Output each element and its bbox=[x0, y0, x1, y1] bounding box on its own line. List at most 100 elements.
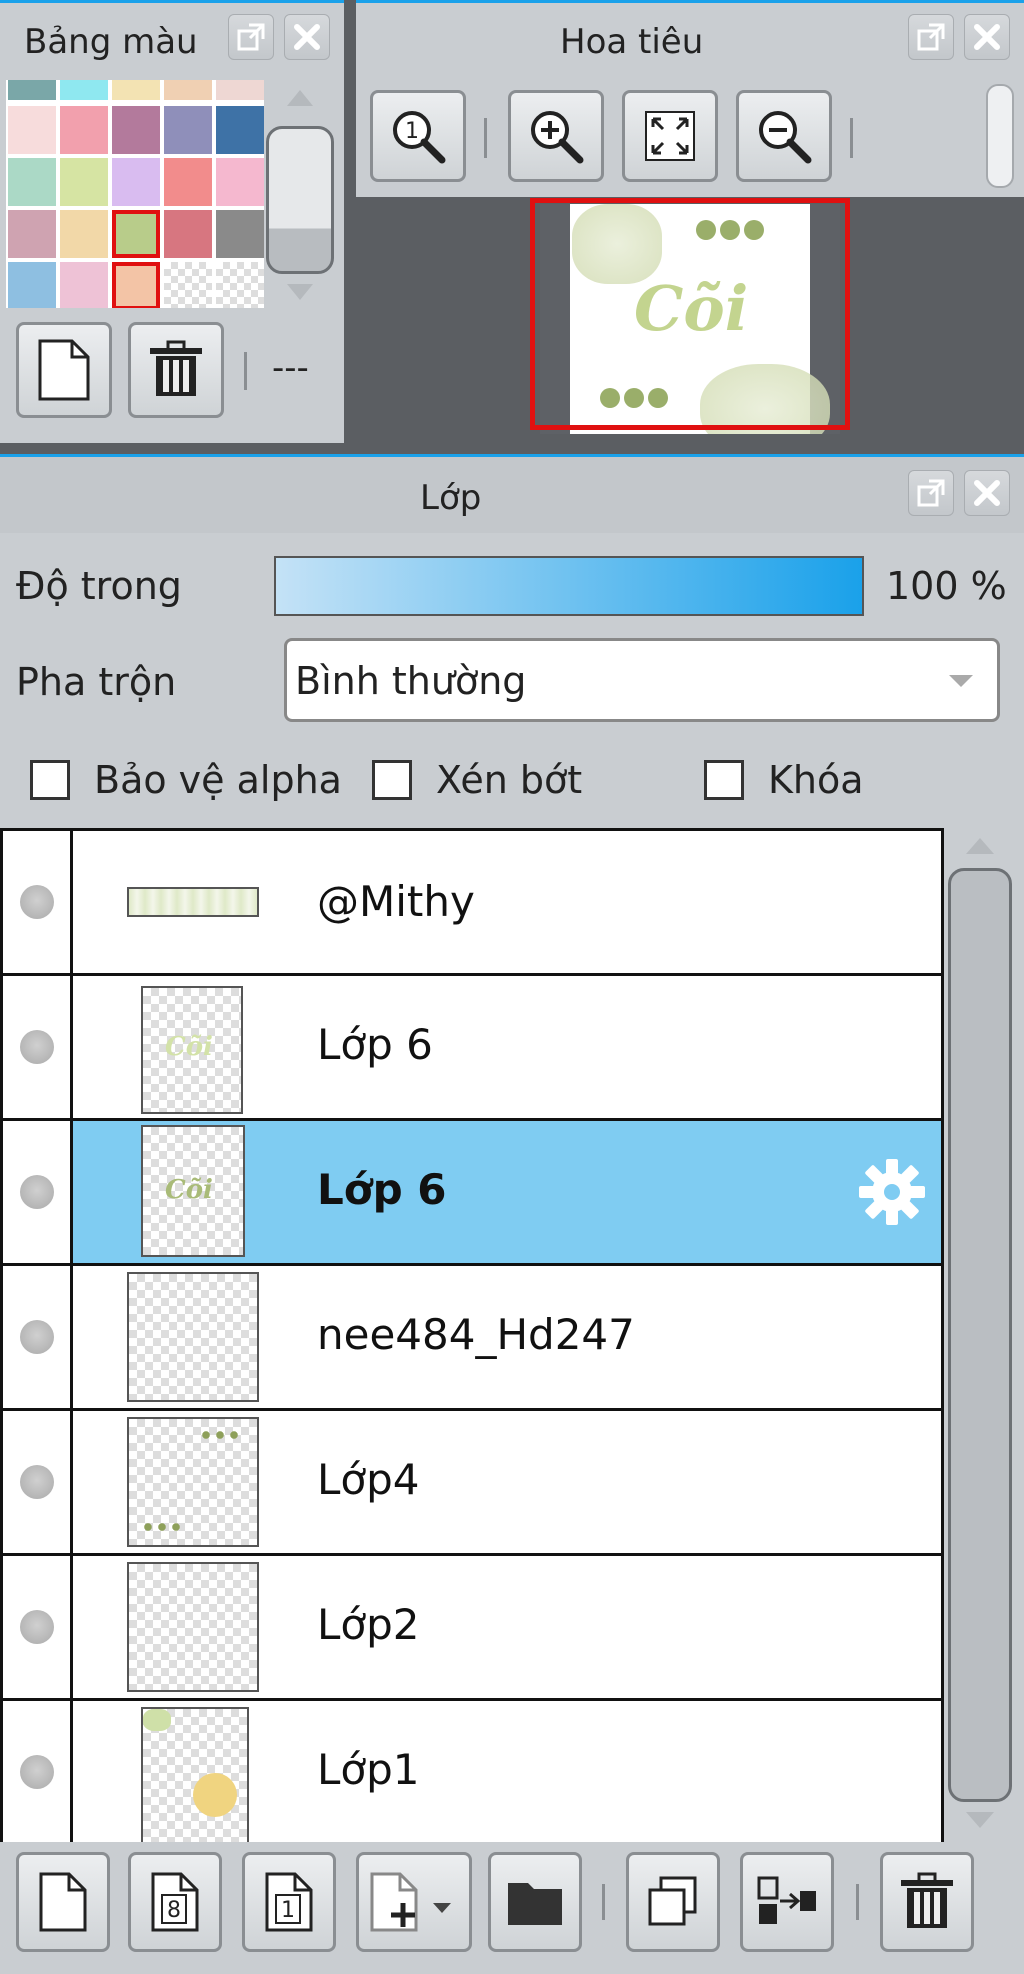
fit-screen-button[interactable] bbox=[622, 90, 718, 182]
palette-close-button[interactable] bbox=[284, 14, 330, 60]
color-swatch[interactable] bbox=[164, 80, 212, 100]
layer-row[interactable]: Lớp4 bbox=[3, 1408, 941, 1553]
new-8bit-layer-button[interactable]: 8 bbox=[128, 1852, 222, 1952]
layer-visibility-toggle[interactable] bbox=[3, 831, 73, 973]
color-swatch[interactable] bbox=[112, 262, 160, 308]
close-icon bbox=[974, 24, 1000, 50]
scroll-down-icon[interactable] bbox=[287, 284, 313, 300]
color-swatch[interactable] bbox=[112, 106, 160, 154]
layer-visibility-toggle[interactable] bbox=[3, 1556, 73, 1698]
color-swatch[interactable] bbox=[164, 262, 212, 308]
duplicate-layer-button[interactable] bbox=[626, 1852, 720, 1952]
layer-thumbnail bbox=[127, 1417, 259, 1547]
visibility-dot-icon bbox=[19, 1175, 54, 1209]
color-swatch[interactable] bbox=[164, 158, 212, 206]
layer-thumbnail: Cõi bbox=[141, 986, 243, 1114]
palette-scroll-thumb[interactable] bbox=[266, 126, 334, 274]
blend-mode-select[interactable]: Bình thường bbox=[284, 638, 1000, 722]
palette-add-color-button[interactable] bbox=[16, 322, 112, 418]
color-swatch[interactable] bbox=[60, 106, 108, 154]
scroll-up-icon[interactable] bbox=[966, 838, 994, 854]
navigator-close-button[interactable] bbox=[964, 14, 1010, 60]
layer-row[interactable]: Lớp1 bbox=[3, 1698, 941, 1842]
layer-panel-close-button[interactable] bbox=[964, 470, 1010, 516]
color-swatch[interactable] bbox=[60, 210, 108, 258]
merge-down-button[interactable] bbox=[740, 1852, 834, 1952]
color-swatch[interactable] bbox=[216, 106, 264, 154]
clipping-label: Xén bớt bbox=[436, 758, 583, 802]
opacity-slider[interactable] bbox=[274, 556, 864, 616]
visibility-dot-icon bbox=[19, 1610, 54, 1644]
scroll-down-icon[interactable] bbox=[966, 1812, 994, 1828]
color-swatch[interactable] bbox=[8, 210, 56, 258]
layer-visibility-toggle[interactable] bbox=[3, 1121, 73, 1263]
color-swatch[interactable] bbox=[8, 262, 56, 308]
layer-row[interactable]: @Mithy bbox=[3, 828, 941, 973]
gear-icon[interactable] bbox=[857, 1157, 927, 1227]
layer-visibility-toggle[interactable] bbox=[3, 976, 73, 1118]
add-layer-menu-button[interactable] bbox=[356, 1852, 472, 1952]
color-swatch[interactable] bbox=[216, 80, 264, 100]
new-1bit-layer-button[interactable]: 1 bbox=[242, 1852, 336, 1952]
color-swatch[interactable] bbox=[60, 262, 108, 308]
layer-visibility-toggle[interactable] bbox=[3, 1266, 73, 1408]
layer-visibility-toggle[interactable] bbox=[3, 1411, 73, 1553]
clipping-checkbox[interactable] bbox=[372, 760, 412, 800]
zoom-in-button[interactable] bbox=[508, 90, 604, 182]
color-swatch[interactable] bbox=[60, 158, 108, 206]
color-swatch[interactable] bbox=[8, 106, 56, 154]
new-layer-button[interactable] bbox=[16, 1852, 110, 1952]
navigator-view-frame[interactable] bbox=[530, 198, 850, 430]
layer-list-scrollbar[interactable] bbox=[944, 828, 1018, 1842]
zoom-out-icon bbox=[759, 111, 812, 164]
protect-alpha-checkbox[interactable] bbox=[30, 760, 70, 800]
color-swatch[interactable] bbox=[164, 106, 212, 154]
new-folder-button[interactable] bbox=[488, 1852, 582, 1952]
svg-text:1: 1 bbox=[405, 119, 419, 144]
svg-text:8: 8 bbox=[167, 1898, 181, 1923]
visibility-dot-icon bbox=[19, 1465, 54, 1499]
fit-screen-icon bbox=[645, 111, 695, 161]
color-swatch[interactable] bbox=[60, 80, 108, 100]
scroll-up-icon[interactable] bbox=[287, 90, 313, 106]
layer-row-selected[interactable]: Cõi Lớp 6 bbox=[3, 1118, 941, 1263]
zoom-in-icon bbox=[531, 111, 584, 164]
navigator-toolbar-separator-2 bbox=[850, 118, 853, 158]
undock-icon bbox=[917, 479, 945, 507]
new-1bit-layer-icon: 1 bbox=[265, 1872, 313, 1932]
layer-panel-undock-button[interactable] bbox=[908, 470, 954, 516]
layer-scroll-thumb[interactable] bbox=[948, 868, 1012, 1802]
color-swatch[interactable] bbox=[112, 80, 160, 100]
layer-thumbnail bbox=[127, 887, 259, 917]
navigator-undock-button[interactable] bbox=[908, 14, 954, 60]
palette-scrollbar[interactable] bbox=[262, 84, 338, 306]
color-swatch[interactable] bbox=[8, 158, 56, 206]
zoom-100-button[interactable]: 1 bbox=[370, 90, 466, 182]
layer-name: Lớp1 bbox=[317, 1745, 420, 1794]
palette-dash-label: --- bbox=[272, 348, 309, 388]
lock-checkbox[interactable] bbox=[704, 760, 744, 800]
opacity-label: Độ trong bbox=[16, 564, 182, 608]
delete-layer-button[interactable] bbox=[880, 1852, 974, 1952]
color-swatch[interactable] bbox=[8, 80, 56, 100]
color-swatch[interactable] bbox=[216, 210, 264, 258]
color-swatch[interactable] bbox=[112, 210, 160, 258]
layer-row[interactable]: Cõi Lớp 6 bbox=[3, 973, 941, 1118]
opacity-slider-fill bbox=[276, 558, 862, 614]
layer-visibility-toggle[interactable] bbox=[3, 1701, 73, 1842]
palette-delete-color-button[interactable] bbox=[128, 322, 224, 418]
layer-row[interactable]: Lớp2 bbox=[3, 1553, 941, 1698]
color-swatch[interactable] bbox=[164, 210, 212, 258]
color-swatch[interactable] bbox=[216, 158, 264, 206]
zoom-out-button[interactable] bbox=[736, 90, 832, 182]
layer-name: Lớp 6 bbox=[317, 1020, 433, 1069]
zoom-100-icon: 1 bbox=[393, 111, 446, 164]
color-swatch[interactable] bbox=[216, 262, 264, 308]
color-swatch[interactable] bbox=[112, 158, 160, 206]
palette-undock-button[interactable] bbox=[228, 14, 274, 60]
blend-mode-label: Pha trộn bbox=[16, 660, 177, 704]
lock-label: Khóa bbox=[768, 758, 864, 802]
layer-row[interactable]: nee484_Hd247 bbox=[3, 1263, 941, 1408]
visibility-dot-icon bbox=[19, 1320, 54, 1354]
navigator-scrollbar[interactable] bbox=[986, 84, 1014, 188]
